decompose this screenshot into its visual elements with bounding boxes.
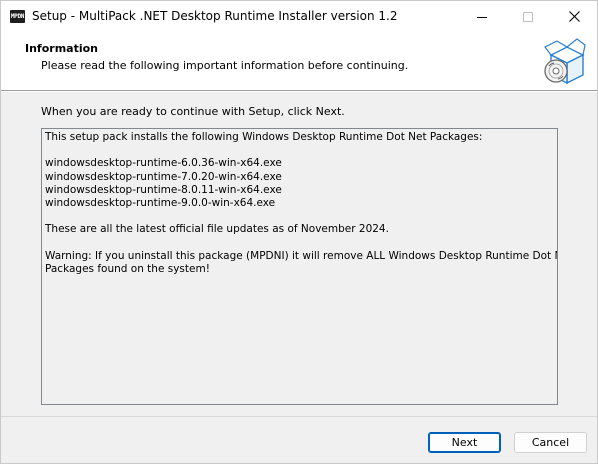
maximize-button[interactable] — [505, 1, 551, 32]
mpdn-app-icon: MPDN — [10, 10, 25, 23]
info-line — [45, 237, 554, 250]
minimize-icon — [477, 16, 487, 18]
info-line: Warning: If you uninstall this package (… — [45, 249, 558, 262]
page-title: Information — [25, 42, 98, 55]
information-memo[interactable]: This setup pack installs the following W… — [41, 128, 558, 405]
window-title: Setup - MultiPack .NET Desktop Runtime I… — [32, 9, 398, 23]
ready-instructions: When you are ready to continue with Setu… — [41, 105, 345, 118]
info-line — [45, 210, 554, 223]
next-button[interactable]: Next — [428, 432, 501, 453]
close-icon — [568, 11, 580, 22]
setup-window: MPDN Setup - MultiPack .NET Desktop Runt… — [0, 0, 598, 464]
cancel-button[interactable]: Cancel — [514, 432, 587, 453]
info-line: windowsdesktop-runtime-9.0.0-win-x64.exe — [45, 197, 276, 209]
page-subtitle: Please read the following important info… — [41, 59, 409, 72]
info-line: windowsdesktop-runtime-6.0.36-win-x64.ex… — [45, 157, 282, 170]
info-line: windowsdesktop-runtime-7.0.20-win-x64.ex… — [45, 170, 282, 183]
title-bar[interactable]: MPDN Setup - MultiPack .NET Desktop Runt… — [1, 1, 597, 32]
maximize-icon — [523, 11, 533, 22]
info-line — [45, 144, 554, 157]
info-line: These are all the latest official file u… — [45, 223, 389, 236]
footer-divider — [1, 416, 597, 417]
info-line: This setup pack installs the following W… — [45, 131, 483, 143]
box-with-disc-icon — [544, 38, 586, 85]
wizard-header: Information Please read the following im… — [1, 32, 597, 90]
header-divider — [1, 90, 597, 92]
info-line: windowsdesktop-runtime-8.0.11-win-x64.ex… — [45, 183, 282, 196]
close-button[interactable] — [551, 1, 597, 32]
minimize-button[interactable] — [459, 1, 505, 32]
info-line: Packages found on the system! — [45, 262, 210, 275]
